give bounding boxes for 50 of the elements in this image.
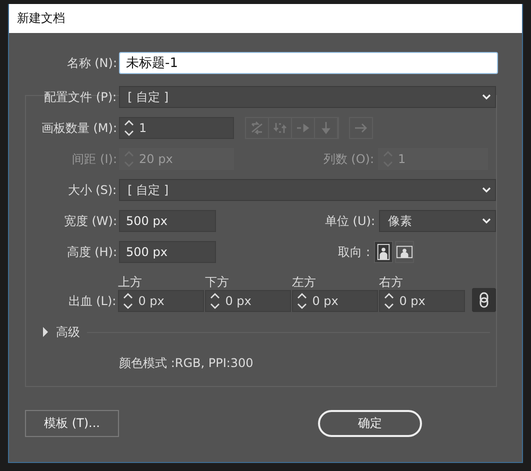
template-button[interactable]: 模板 (T)... — [25, 410, 119, 437]
ok-button[interactable]: 确定 — [318, 410, 422, 437]
chain-link-icon — [479, 292, 490, 308]
grid-by-row-icon — [249, 120, 265, 136]
field-label: 列数 (O): — [323, 150, 375, 168]
field-label: 宽度 (W): — [62, 212, 118, 230]
field-label: 单位 (U): — [324, 212, 376, 230]
link-button[interactable] — [472, 288, 496, 312]
person-icon — [396, 243, 413, 261]
spinner-field: 20 px — [119, 148, 234, 170]
field-label: 出血 (L): — [67, 293, 118, 310]
text-field[interactable]: 未标题-1 — [119, 52, 498, 74]
spinner-field[interactable]: 0 px — [292, 290, 378, 312]
dropdown[interactable]: [ 自定 ] — [118, 179, 496, 201]
spinner-field[interactable]: 0 px — [118, 290, 204, 312]
dropdown[interactable]: 像素 — [379, 210, 496, 232]
field-label: 名称 (N): — [66, 54, 118, 72]
field-label: 取向 : — [338, 244, 371, 260]
spinner-field[interactable]: 0 px — [205, 290, 292, 312]
spinner-field: 1 — [378, 148, 488, 170]
spinner-field[interactable]: 1 — [119, 117, 234, 139]
field-label: 右方 — [379, 274, 404, 290]
section-header[interactable]: 高级 — [56, 324, 80, 340]
person-icon — [375, 243, 392, 261]
spinner-field[interactable]: 0 px — [379, 290, 466, 312]
dropdown[interactable]: [ 自定 ] — [118, 86, 496, 108]
chevron-down-icon — [482, 218, 491, 224]
chevron-down-icon — [482, 94, 491, 100]
field-label: 配置文件 (P): — [43, 88, 118, 106]
field-label: 间距 (I): — [71, 150, 118, 168]
field-label: 上方 — [118, 274, 144, 290]
grid-by-column-icon — [272, 120, 288, 136]
stepper-arrows-icon — [384, 293, 394, 309]
field-label: 大小 (S): — [66, 182, 118, 198]
stepper-arrows-icon — [297, 293, 308, 309]
landscape-button[interactable] — [395, 241, 414, 263]
text-field[interactable]: 500 px — [119, 210, 216, 232]
expand-triangle-icon[interactable] — [42, 327, 49, 337]
stepper-arrows-icon — [210, 293, 220, 309]
chevron-down-icon — [482, 187, 491, 193]
color-mode-info: 颜色模式 :RGB, PPI:300 — [119, 354, 254, 372]
field-label: 左方 — [292, 274, 318, 290]
portrait-button[interactable] — [374, 241, 393, 263]
text-field[interactable]: 500 px — [119, 241, 216, 263]
window-title: 新建文档 — [17, 10, 65, 27]
stepper-arrows-icon — [124, 120, 134, 136]
field-label: 高度 (H): — [66, 244, 118, 260]
field-label: 画板数量 (M): — [40, 120, 118, 136]
stepper-arrows-icon — [123, 293, 134, 309]
field-label: 下方 — [205, 274, 230, 290]
